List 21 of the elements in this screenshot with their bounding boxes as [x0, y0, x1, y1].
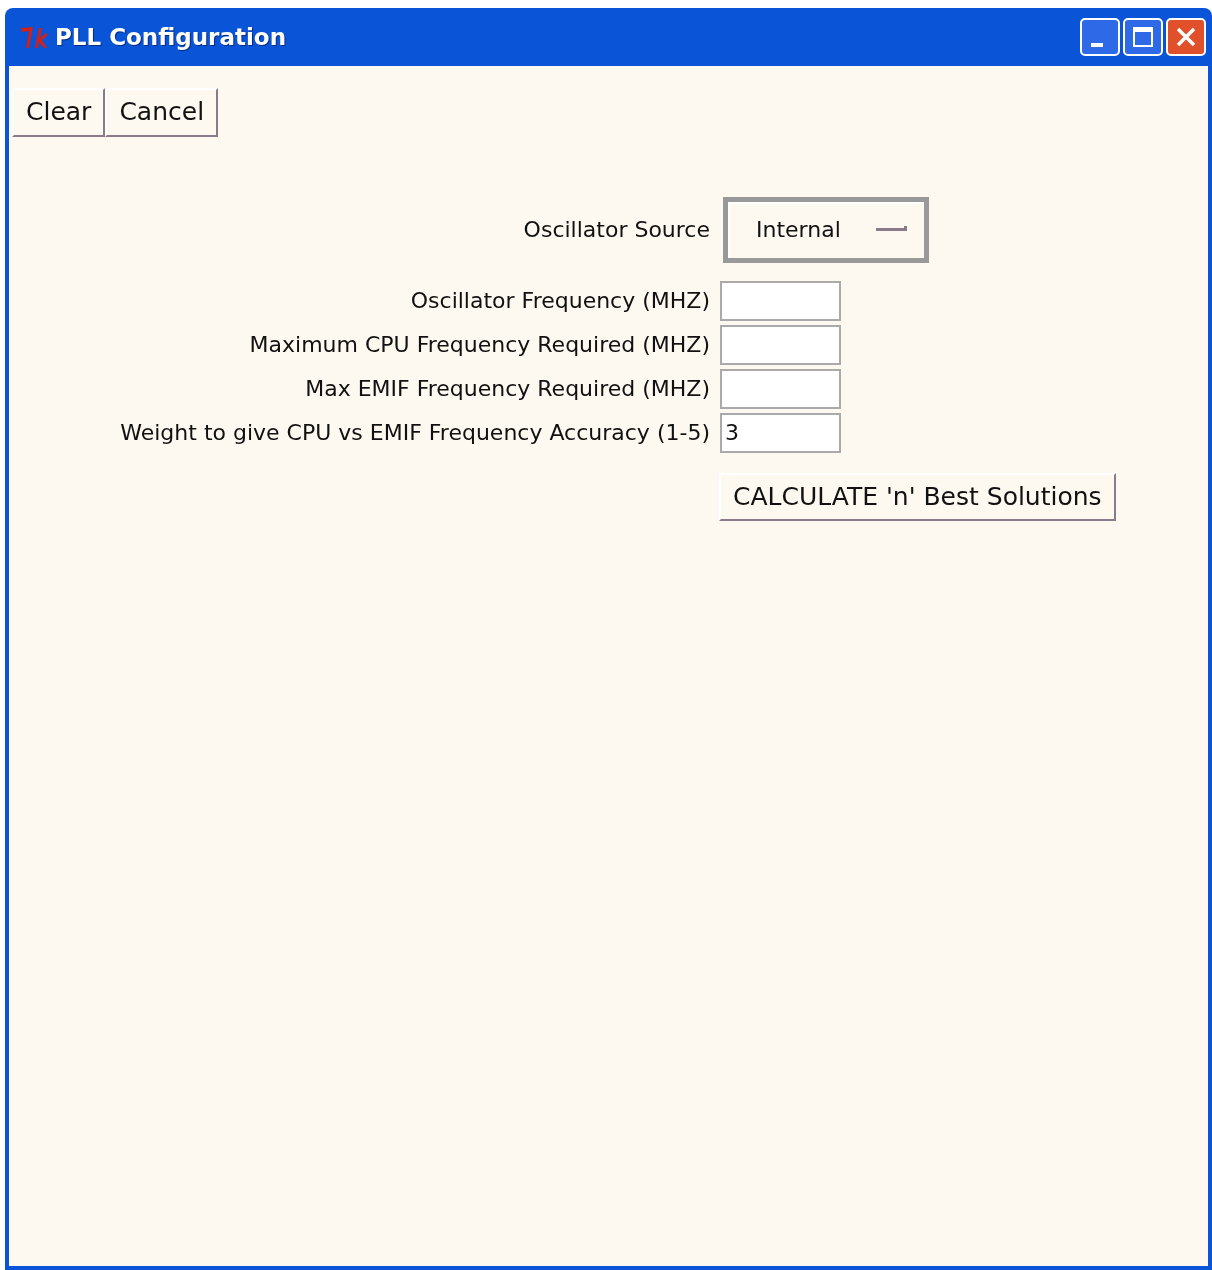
minimize-icon	[1091, 43, 1103, 47]
oscillator-source-dropdown[interactable]: Internal	[723, 196, 929, 263]
maximize-button[interactable]	[1123, 18, 1163, 56]
input-field[interactable]	[720, 368, 841, 409]
field-label: Max EMIF Frequency Required (MHZ)	[304, 375, 710, 403]
field-label: Maximum CPU Frequency Required (MHZ)	[248, 331, 710, 359]
menu-indicator-icon	[876, 225, 908, 234]
field-label: Oscillator Frequency (MHZ)	[409, 287, 710, 315]
close-icon	[1175, 26, 1197, 48]
close-button[interactable]	[1166, 18, 1206, 56]
input-field[interactable]: 3	[720, 412, 841, 453]
minimize-button[interactable]	[1080, 18, 1120, 56]
cancel-button[interactable]: Cancel	[105, 88, 219, 137]
clear-button[interactable]: Clear	[12, 88, 106, 137]
maximize-icon	[1132, 26, 1154, 48]
window-title: PLL Configuration	[55, 22, 287, 52]
input-field[interactable]	[720, 324, 841, 365]
field-label: Oscillator Source	[522, 216, 710, 244]
field-label: Weight to give CPU vs EMIF Frequency Accuracy (1-5)	[119, 419, 710, 447]
calculate-button[interactable]: CALCULATE 'n' Best Solutions	[719, 472, 1116, 521]
input-field[interactable]	[720, 280, 841, 321]
